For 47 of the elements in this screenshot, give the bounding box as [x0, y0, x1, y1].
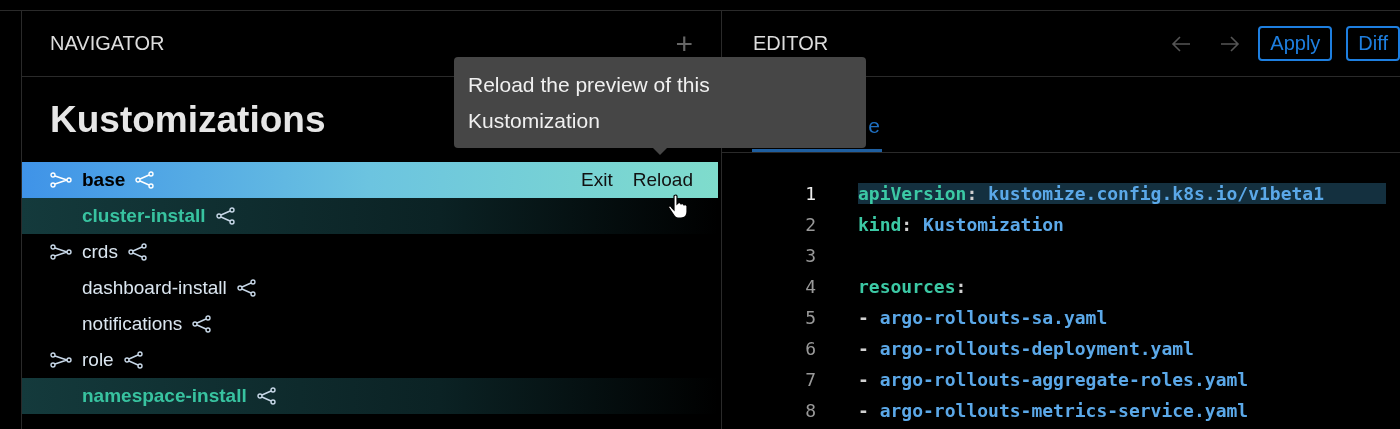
share-icon: [123, 351, 144, 369]
tooltip: Reload the preview of this Kustomization: [454, 57, 866, 155]
row-action[interactable]: Exit: [581, 169, 613, 191]
code-line: resources:: [858, 276, 967, 297]
panel-title: EDITOR: [753, 32, 829, 55]
branch-icon: [50, 244, 72, 260]
line-number: 1: [804, 183, 816, 204]
share-icon: [256, 387, 277, 405]
code-line: kind: Kustomization: [858, 214, 1064, 235]
line-number: 7: [804, 369, 816, 390]
share-icon: [236, 279, 257, 297]
line-number: 4: [804, 276, 816, 297]
tree-item-label: role: [82, 349, 114, 371]
line-number: 8: [804, 400, 816, 421]
share-icon: [135, 171, 156, 189]
section-heading: Kustomizations: [50, 101, 326, 138]
tree-row[interactable]: notifications: [22, 306, 718, 342]
hand-cursor-icon: [668, 194, 688, 218]
line-number: 5: [804, 307, 816, 328]
tree-item-label: base: [82, 169, 126, 191]
outline-button[interactable]: Diff: [1346, 26, 1400, 61]
tree-row[interactable]: base Exit Reload: [22, 162, 718, 198]
tree-item-label: cluster-install: [82, 205, 206, 227]
forward-arrow-icon[interactable]: [1220, 34, 1241, 53]
code-line: - argo-rollouts-aggregate-roles.yaml: [858, 369, 1249, 390]
code-line: - argo-rollouts-sa.yaml: [858, 307, 1108, 328]
share-icon: [192, 315, 213, 333]
tree-row[interactable]: role: [22, 342, 718, 378]
outline-button[interactable]: Apply: [1258, 26, 1333, 61]
line-number: 3: [804, 245, 816, 266]
tree-item-label: crds: [82, 241, 118, 263]
tree-item-label: notifications: [82, 313, 183, 335]
branch-icon: [50, 172, 72, 188]
line-number: 6: [804, 338, 816, 359]
tree-row[interactable]: crds: [22, 234, 718, 270]
row-action[interactable]: Reload: [632, 169, 693, 191]
tree-item-label: namespace-install: [82, 385, 247, 407]
tree-item-label: dashboard-install: [82, 277, 227, 299]
share-icon: [215, 207, 236, 225]
branch-icon: [50, 352, 72, 368]
share-icon: [127, 243, 148, 261]
back-arrow-icon[interactable]: [1171, 34, 1192, 53]
code-line: - argo-rollouts-deployment.yaml: [858, 338, 1194, 359]
tree-row[interactable]: dashboard-install: [22, 270, 718, 306]
panel-title: NAVIGATOR: [50, 32, 165, 55]
code-line: - argo-rollouts-metrics-service.yaml: [858, 400, 1249, 421]
line-number: 2: [804, 214, 816, 235]
